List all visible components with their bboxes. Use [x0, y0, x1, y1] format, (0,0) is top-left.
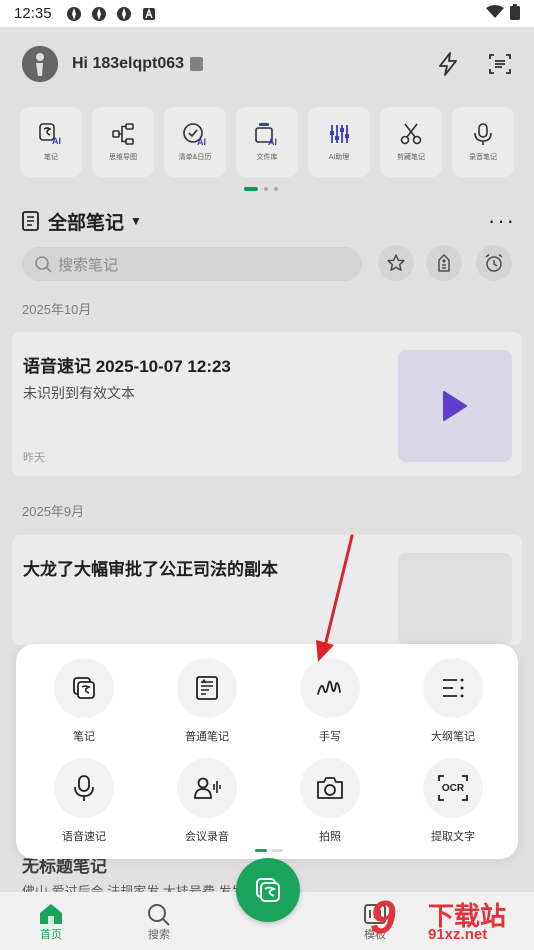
watermark-url: 91xz.net — [428, 926, 488, 943]
search-icon — [148, 904, 170, 926]
wifi-icon — [486, 4, 504, 23]
ocr-icon: OCR — [423, 758, 483, 818]
app-screen: 12:35 Hi 183elqpt063 AI 笔记 思维导图 AI 清单&日历… — [0, 0, 534, 950]
nav-search[interactable]: 搜索 — [146, 902, 172, 942]
extract-text-button[interactable]: OCR 提取文字 — [391, 758, 515, 844]
menu-label: 普通笔记 — [185, 731, 229, 743]
menu-page-dot-active — [255, 849, 267, 852]
menu-label: 提取文字 — [431, 831, 475, 843]
menu-label: 会议录音 — [185, 831, 229, 843]
outline-icon — [423, 658, 483, 718]
create-menu: 笔记 普通笔记 手写 大纲笔记 语音速记 会议录音 拍照 OCR 提取文字 — [16, 644, 518, 859]
annotation-arrow — [316, 534, 354, 662]
status-notifications — [66, 5, 158, 22]
menu-page-dot — [271, 849, 283, 852]
create-handwriting-button[interactable]: 手写 — [268, 658, 392, 744]
create-voice-note-button[interactable]: 语音速记 — [22, 758, 146, 844]
create-fab-button[interactable] — [236, 858, 300, 922]
status-indicators — [486, 3, 520, 24]
a-notification-icon — [141, 5, 158, 22]
menu-label: 大纲笔记 — [431, 731, 475, 743]
meeting-icon — [177, 758, 237, 818]
microphone-icon — [54, 758, 114, 818]
watermark-glyph: 9 — [370, 891, 396, 943]
menu-label: 语音速记 — [62, 831, 106, 843]
status-bar: 12:35 — [0, 0, 534, 27]
menu-label: 手写 — [319, 731, 341, 743]
app-notification-icon — [66, 5, 83, 22]
nav-home[interactable]: 首页 — [38, 902, 64, 942]
nav-home-label: 首页 — [40, 929, 62, 941]
take-photo-button[interactable]: 拍照 — [268, 758, 392, 844]
menu-label: 拍照 — [319, 831, 341, 843]
menu-page-indicator — [255, 849, 283, 852]
menu-label: 笔记 — [73, 731, 95, 743]
create-plain-note-button[interactable]: 普通笔记 — [145, 658, 269, 744]
ocr-label: OCR — [441, 782, 465, 794]
watermark-logo: 9 下载站 91xz.net — [362, 890, 532, 948]
create-note-button[interactable]: 笔记 — [22, 658, 146, 744]
status-time: 12:35 — [14, 5, 52, 22]
create-meeting-recording-button[interactable]: 会议录音 — [145, 758, 269, 844]
create-outline-button[interactable]: 大纲笔记 — [391, 658, 515, 744]
home-icon — [40, 904, 62, 924]
battery-icon — [510, 3, 520, 24]
camera-icon — [300, 758, 360, 818]
plain-note-icon — [177, 658, 237, 718]
note-icon — [256, 878, 280, 902]
nav-search-label: 搜索 — [148, 929, 170, 941]
app-notification-icon — [116, 5, 133, 22]
app-notification-icon — [91, 5, 108, 22]
note-icon — [54, 658, 114, 718]
